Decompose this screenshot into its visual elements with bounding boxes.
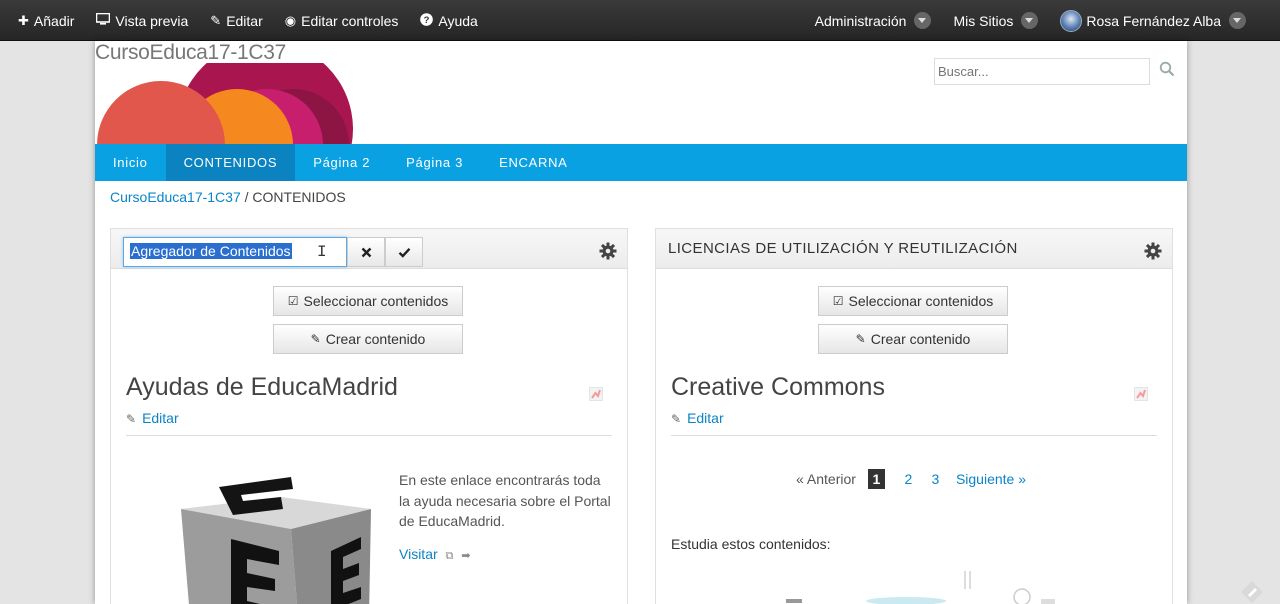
gear-icon[interactable]: [599, 242, 617, 263]
pagination: « Anterior 1 2 3 Siguiente »: [796, 469, 1026, 489]
nav-item-inicio[interactable]: Inicio: [95, 144, 166, 181]
site-title[interactable]: CursoEduca17-1C37: [95, 41, 286, 65]
portlet-header: LICENCIAS DE UTILIZACIÓN Y REUTILIZACIÓN: [656, 229, 1172, 269]
edit-asset-label: Editar: [687, 410, 724, 426]
text-cursor-icon: I: [317, 243, 327, 261]
select-content-button[interactable]: ☑ Seleccionar contenidos: [818, 286, 1008, 316]
content-intro: Estudia estos contenidos:: [671, 536, 831, 552]
visit-link[interactable]: Visitar ⧉ ➡: [399, 546, 471, 563]
admin-label: Administración: [814, 12, 907, 29]
checkbox-icon: ☑: [287, 294, 299, 308]
cancel-title-button[interactable]: [347, 237, 385, 267]
pagination-next[interactable]: Siguiente »: [956, 471, 1026, 487]
svg-text:?: ?: [424, 15, 430, 26]
dock-left-group: ✚ Añadir Vista previa ✎ Editar ◉ Editar …: [8, 0, 490, 41]
portlet-title-selected-text: Agregador de Contenidos: [130, 243, 292, 259]
breadcrumb: CursoEduca17-1C37 / CONTENIDOS: [110, 189, 346, 205]
breadcrumb-root-link[interactable]: CursoEduca17-1C37: [110, 189, 241, 205]
pencil-icon: ✎: [855, 332, 866, 346]
nav-item-pagina-3[interactable]: Página 3: [388, 144, 481, 181]
portlet-title[interactable]: LICENCIAS DE UTILIZACIÓN Y REUTILIZACIÓN: [668, 240, 1018, 257]
educamadrid-cube-image[interactable]: [171, 469, 381, 604]
chevron-down-icon: [1021, 12, 1039, 29]
add-button[interactable]: ✚ Añadir: [8, 0, 86, 41]
help-icon: ?: [420, 12, 434, 29]
divider: [671, 435, 1157, 436]
divider: [126, 435, 612, 436]
save-title-button[interactable]: [385, 237, 423, 267]
external-link-icon: ⧉: [445, 550, 454, 562]
gear-icon[interactable]: [1144, 242, 1162, 263]
close-icon: [361, 247, 371, 257]
faded-content-image: [786, 571, 1055, 604]
nav-item-contenidos[interactable]: CONTENIDOS: [165, 144, 296, 181]
user-menu[interactable]: Rosa Fernández Alba: [1050, 0, 1258, 41]
search-icon[interactable]: [1159, 61, 1175, 80]
visit-label: Visitar: [399, 546, 438, 562]
create-content-button[interactable]: ✎ Crear contenido: [818, 324, 1008, 354]
asset-description: En este enlace encontrarás toda la ayuda…: [399, 472, 611, 529]
breadcrumb-separator: /: [244, 189, 249, 205]
eye-icon: ◉: [284, 12, 297, 28]
dock-right-group: Administración Mis Sitios Rosa Fernández…: [805, 0, 1258, 41]
avatar: [1060, 9, 1083, 32]
plus-icon: ✚: [18, 12, 29, 28]
pagination-previous[interactable]: « Anterior: [796, 471, 856, 487]
create-content-button[interactable]: ✎ Crear contenido: [273, 324, 463, 354]
asset-publisher-portlet-left: Agregador de Contenidos I ☑ Seleccionar …: [110, 228, 628, 604]
edit-icon: ✎: [210, 12, 222, 28]
my-sites-label: Mis Sitios: [953, 12, 1014, 29]
pencil-corner-icon[interactable]: [1240, 580, 1264, 604]
monitor-icon: [96, 12, 111, 28]
pagination-page-2[interactable]: 2: [900, 469, 917, 489]
edit-controls-button[interactable]: ◉ Editar controles: [275, 0, 411, 41]
nav-item-pagina-2[interactable]: Página 2: [295, 144, 388, 181]
edit-asset-label: Editar: [142, 410, 179, 426]
pencil-icon: ✎: [310, 332, 321, 346]
portlet-title-input[interactable]: Agregador de Contenidos I: [123, 237, 347, 267]
asset-title[interactable]: Creative Commons: [671, 373, 885, 402]
main-navigation: Inicio CONTENIDOS Página 2 Página 3 ENCA…: [95, 144, 1187, 181]
select-content-label: Seleccionar contenidos: [848, 293, 994, 309]
arrow-right-icon: ➡: [461, 550, 471, 562]
chevron-down-icon: [1229, 12, 1246, 29]
my-sites-menu[interactable]: Mis Sitios: [943, 0, 1050, 41]
edit-page-button[interactable]: ✎ Editar: [200, 0, 274, 41]
check-icon: [398, 247, 410, 258]
nav-item-encarna[interactable]: ENCARNA: [481, 144, 585, 181]
flag-icon[interactable]: [589, 387, 603, 404]
flag-icon[interactable]: [1134, 387, 1148, 404]
chevron-down-icon: [914, 12, 932, 29]
edit-icon: ✎: [671, 412, 682, 426]
asset-title[interactable]: Ayudas de EducaMadrid: [126, 373, 398, 402]
asset-publisher-portlet-right: LICENCIAS DE UTILIZACIÓN Y REUTILIZACIÓN…: [655, 228, 1173, 604]
help-button[interactable]: ? Ayuda: [410, 0, 489, 41]
site-logo[interactable]: [97, 63, 353, 145]
checkbox-icon: ☑: [832, 294, 844, 308]
preview-button[interactable]: Vista previa: [86, 0, 200, 41]
add-label: Añadir: [33, 12, 75, 29]
preview-label: Vista previa: [115, 12, 189, 29]
create-content-label: Crear contenido: [870, 331, 971, 347]
user-name: Rosa Fernández Alba: [1086, 12, 1221, 29]
admin-menu[interactable]: Administración: [805, 0, 944, 41]
edit-asset-link[interactable]: ✎ Editar: [126, 410, 179, 426]
page-container: CursoEduca17-1C37 Inicio CONTENIDOS Pági…: [95, 41, 1187, 604]
pagination-page-1[interactable]: 1: [867, 469, 885, 489]
edit-controls-label: Editar controles: [301, 12, 399, 29]
create-content-label: Crear contenido: [325, 331, 426, 347]
select-content-button[interactable]: ☑ Seleccionar contenidos: [273, 286, 463, 316]
edit-page-label: Editar: [226, 12, 263, 29]
top-dock-bar: ✚ Añadir Vista previa ✎ Editar ◉ Editar …: [0, 0, 1280, 41]
pagination-page-3[interactable]: 3: [927, 469, 944, 489]
edit-icon: ✎: [126, 412, 137, 426]
breadcrumb-current: CONTENIDOS: [252, 189, 346, 205]
select-content-label: Seleccionar contenidos: [303, 293, 449, 309]
portlet-header: Agregador de Contenidos I: [111, 229, 627, 269]
search-input[interactable]: [934, 58, 1150, 85]
help-label: Ayuda: [438, 12, 478, 29]
edit-asset-link[interactable]: ✎ Editar: [671, 410, 724, 426]
